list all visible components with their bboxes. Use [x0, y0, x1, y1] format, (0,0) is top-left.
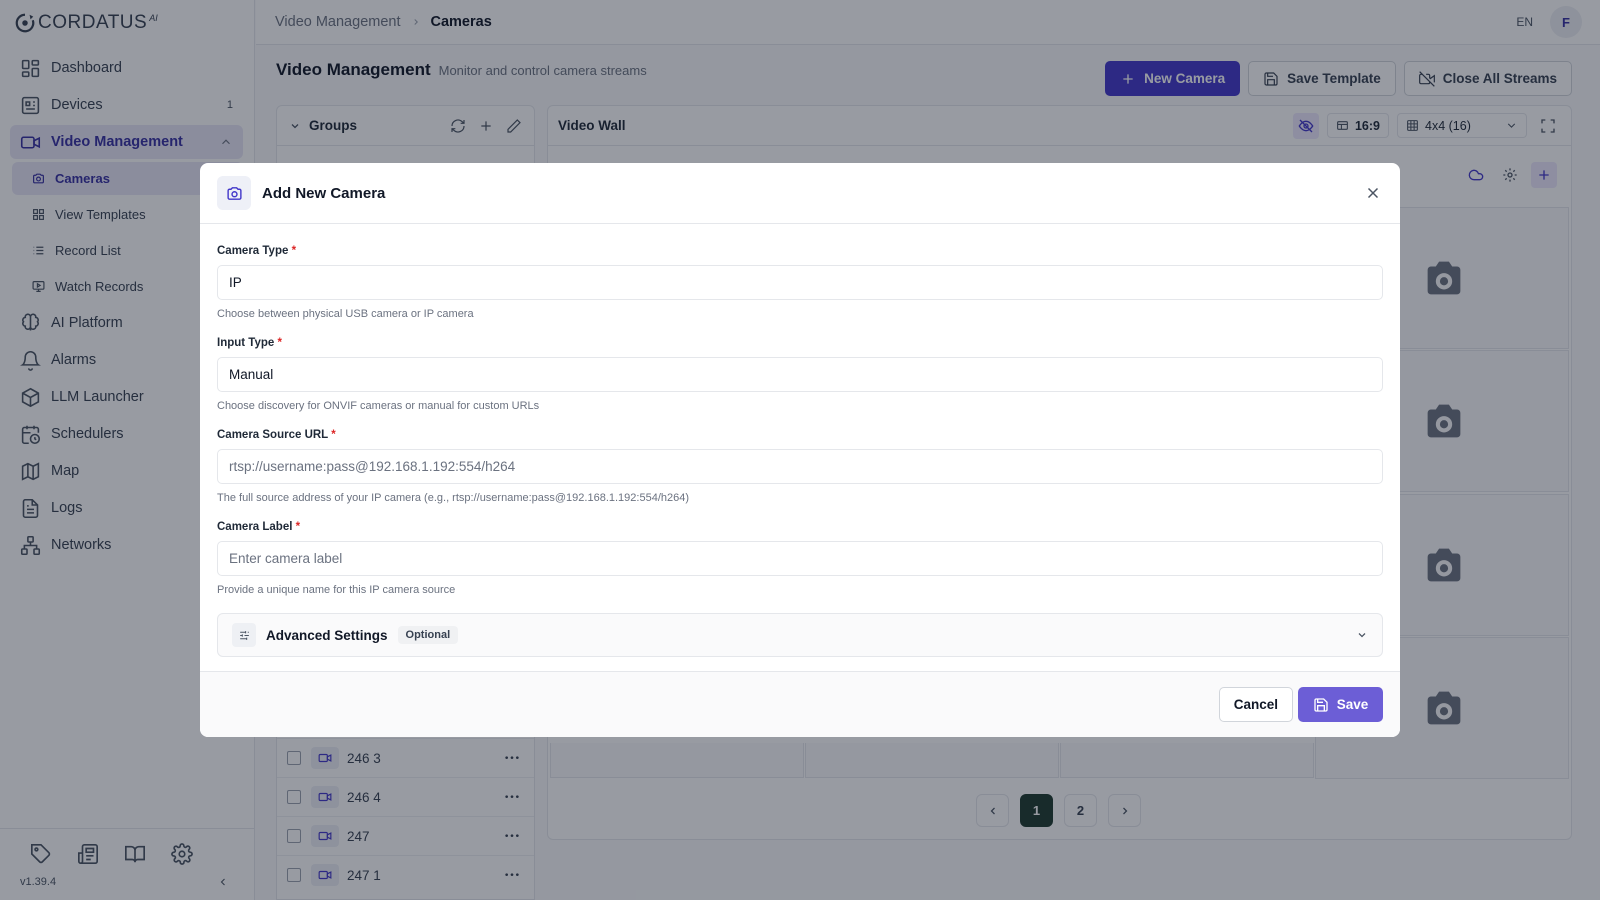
camera-icon	[217, 176, 251, 210]
required-mark: *	[295, 521, 301, 533]
dialog-header: Add New Camera	[200, 163, 1400, 224]
sliders-icon	[232, 623, 256, 647]
source-url-field: Camera Source URL *	[217, 429, 336, 441]
advanced-settings-title: Advanced Settings	[266, 627, 388, 643]
advanced-settings-toggle[interactable]: Advanced Settings Optional	[217, 613, 1383, 657]
input-type-label: Input Type *	[217, 337, 282, 349]
save-button[interactable]: Save	[1298, 687, 1383, 722]
required-mark: *	[277, 337, 282, 349]
required-mark: *	[291, 245, 297, 257]
cancel-button[interactable]: Cancel	[1218, 687, 1293, 722]
floppy-disk-icon	[1314, 697, 1328, 712]
source-url-label: Camera Source URL *	[217, 429, 336, 441]
input-type-select[interactable]: Manual	[217, 357, 1383, 392]
required-mark: *	[331, 429, 336, 441]
camera-label-input[interactable]: Enter camera label	[217, 541, 1383, 576]
close-icon[interactable]	[1364, 184, 1382, 202]
field-label-text: Input Type	[217, 337, 275, 349]
camera-type-field: Camera Type *	[217, 245, 296, 257]
chevron-down-icon	[1358, 633, 1366, 638]
save-label: Save	[1336, 697, 1369, 712]
add-camera-dialog: Add New Camera Camera Type * IP Choose b…	[200, 163, 1400, 737]
input-type-field: Input Type *	[217, 337, 282, 349]
source-url-hint: The full source address of your IP camer…	[217, 492, 690, 504]
camera-type-label: Camera Type *	[217, 245, 296, 257]
camera-label-label: Camera Label *	[217, 521, 300, 533]
field-label-text: Camera Type	[217, 245, 289, 257]
dialog-title: Add New Camera	[262, 184, 386, 202]
camera-type-select[interactable]: IP	[217, 265, 1383, 300]
camera-type-hint: Choose between physical USB camera or IP…	[217, 308, 474, 320]
input-type-hint: Choose discovery for ONVIF cameras or ma…	[217, 400, 540, 412]
camera-label-hint: Provide a unique name for this IP camera…	[217, 584, 456, 596]
source-url-input[interactable]: rtsp://username:pass@192.168.1.192:554/h…	[217, 449, 1383, 484]
camera-label-field: Camera Label *	[217, 521, 300, 533]
optional-badge: Optional	[397, 626, 459, 644]
field-label-text: Camera Source URL	[217, 429, 328, 441]
field-label-text: Camera Label	[217, 521, 293, 533]
dialog-footer: Cancel Save	[200, 671, 1400, 737]
